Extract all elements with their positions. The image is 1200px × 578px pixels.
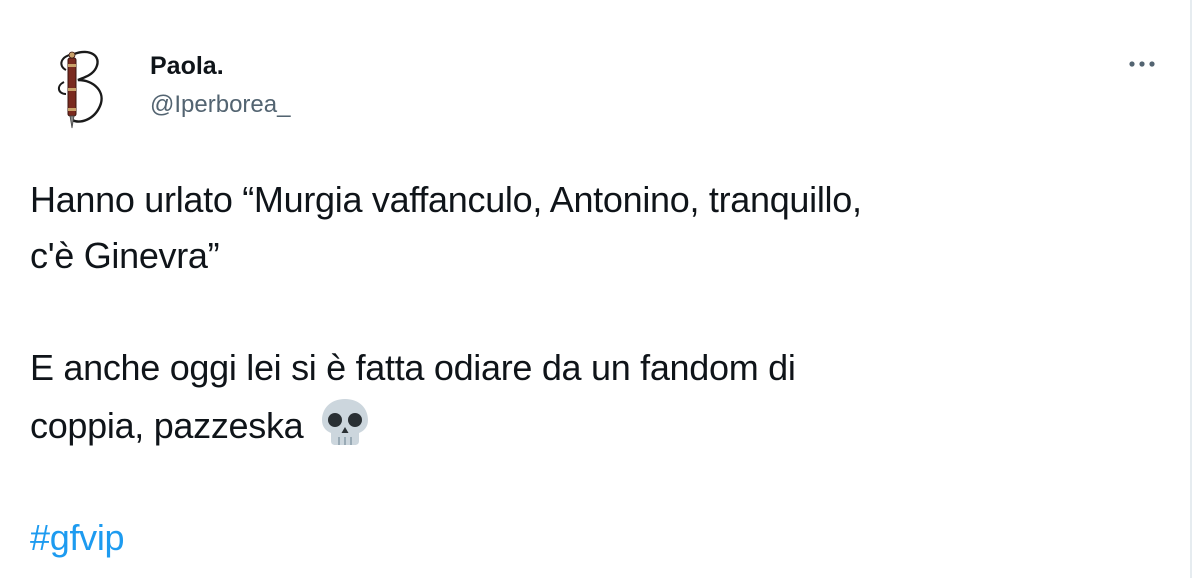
more-dots-icon (1129, 61, 1155, 67)
tweet-card: Paola. @Iperborea_ Hanno urlato “Murgia … (0, 0, 1192, 578)
tweet-line-with-emoji: coppia, pazzeska (30, 396, 1160, 454)
user-handle[interactable]: @Iperborea_ (150, 89, 290, 121)
tweet-text: Hanno urlato “Murgia vaffanculo, Antonin… (30, 172, 1160, 566)
tweet-line: coppia, pazzeska (30, 405, 304, 446)
skull-emoji-icon (322, 399, 369, 445)
tweet-line: c'è Ginevra” (30, 235, 220, 276)
hashtag-link[interactable]: #gfvip (30, 510, 1160, 566)
display-name[interactable]: Paola. (150, 50, 224, 82)
letter-b-logo-icon (58, 50, 103, 129)
tweet-line: E anche oggi lei si è fatta odiare da un… (30, 347, 796, 388)
tweet-line: Hanno urlato “Murgia vaffanculo, Antonin… (30, 179, 862, 220)
avatar[interactable] (30, 40, 125, 135)
more-options-button[interactable] (1120, 50, 1164, 78)
